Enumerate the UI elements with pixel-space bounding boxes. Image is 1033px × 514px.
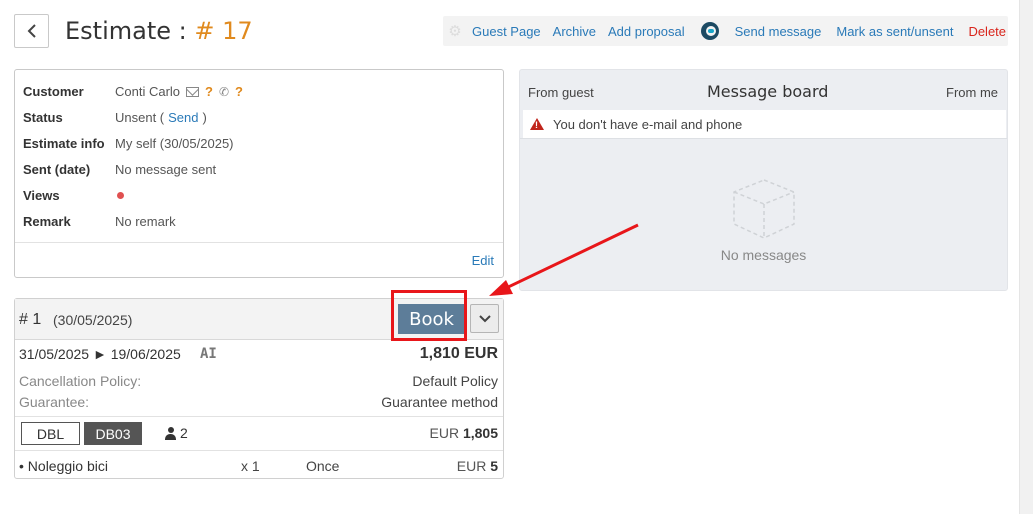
extra-price-currency: EUR (456, 458, 487, 474)
message-board: From guest Message board From me ! You d… (519, 69, 1008, 291)
room-price-currency: EUR (429, 425, 460, 441)
guarantee-label: Guarantee: (19, 394, 90, 410)
message-board-divider (520, 138, 1007, 139)
chevron-left-icon (27, 24, 36, 38)
delete-link[interactable]: Delete (968, 24, 1006, 39)
send-message-link[interactable]: Send message (735, 24, 822, 39)
mark-sent-link[interactable]: Mark as sent/unsent (836, 24, 953, 39)
proposal-divider (15, 416, 503, 417)
warning-icon: ! (530, 118, 544, 130)
guest-page-link[interactable]: Guest Page (472, 24, 541, 39)
cancellation-label: Cancellation Policy: (19, 373, 142, 389)
date-to: 19/06/2025 (110, 346, 181, 362)
book-options-button[interactable] (470, 304, 499, 333)
page-title: Estimate : # 17 (65, 17, 253, 45)
proposal-total: 1,810 EUR (419, 345, 498, 362)
room-type-tag: DBL (21, 422, 80, 445)
status-label: Status (23, 110, 63, 125)
customer-name: Conti Carlo (115, 84, 181, 99)
from-me-label: From me (946, 85, 998, 100)
guest-count: 2 (165, 425, 188, 441)
extra-item-frequency: Once (306, 458, 340, 474)
estimate-info-label: Estimate info (23, 136, 105, 151)
remark-value: No remark (115, 214, 176, 229)
status-close: ) (202, 110, 207, 125)
message-board-title: Message board (707, 82, 829, 101)
status-row: Status Unsent ( Send ) (23, 110, 207, 125)
no-messages-text: No messages (720, 247, 807, 263)
customer-label: Customer (23, 84, 84, 99)
page-title-prefix: Estimate : (65, 17, 195, 45)
views-row: Views (23, 188, 124, 203)
extra-item-qty: x 1 (241, 458, 260, 474)
cancellation-value: Default Policy (412, 373, 498, 389)
room-code-tag: DB03 (84, 422, 142, 445)
add-proposal-link[interactable]: Add proposal (608, 24, 685, 39)
edit-link[interactable]: Edit (472, 253, 494, 268)
warning-text: You don't have e-mail and phone (553, 116, 743, 132)
guest-count-value: 2 (180, 425, 188, 441)
views-label: Views (23, 188, 60, 203)
from-guest-label: From guest (528, 85, 594, 100)
empty-box-icon (733, 179, 795, 239)
brand-logo-icon[interactable] (700, 22, 719, 40)
proposal-number: # 1 (19, 311, 42, 328)
person-icon (165, 426, 176, 440)
proposal-date: (30/05/2025) (53, 312, 133, 328)
phone-icon[interactable]: ✆ (219, 85, 229, 99)
room-price-amount: 1,805 (462, 425, 498, 441)
action-toolbar: ⚙ Guest Page Archive Add proposal Send m… (443, 16, 1008, 46)
mail-icon[interactable] (186, 86, 200, 97)
estimate-info-panel: Customer Conti Carlo ? ✆ ? Status Unsent… (14, 69, 504, 278)
status-value: Unsent ( (115, 110, 165, 125)
estimate-number: # 17 (194, 17, 253, 45)
ai-badge: AI (200, 346, 217, 362)
sent-date-row: Sent (date) No message sent (23, 162, 216, 177)
stay-dates: 31/05/2025 ► 19/06/2025 (19, 346, 181, 362)
extra-price-amount: 5 (490, 458, 498, 474)
room-price: EUR 1,805 (430, 425, 499, 441)
send-link[interactable]: Send (168, 110, 198, 125)
views-status-dot (117, 192, 124, 199)
extra-item-price: EUR 5 (457, 458, 498, 474)
sent-date-label: Sent (date) (23, 162, 91, 177)
chevron-down-icon (478, 314, 491, 322)
page-scrollbar[interactable] (1019, 0, 1033, 514)
extra-item-name: • Noleggio bici (19, 458, 108, 474)
back-button[interactable] (14, 14, 49, 48)
phone-unknown-badge: ? (235, 84, 243, 99)
estimate-info-row: Estimate info My self (30/05/2025) (23, 136, 234, 151)
info-divider (15, 242, 503, 243)
contact-warning: ! You don't have e-mail and phone (523, 110, 1006, 138)
sent-date-value: No message sent (115, 162, 217, 177)
guarantee-value: Guarantee method (381, 394, 498, 410)
date-from: 31/05/2025 (19, 346, 90, 362)
remark-label: Remark (23, 214, 71, 229)
date-arrow: ► (92, 346, 107, 362)
email-unknown-badge: ? (205, 84, 213, 99)
archive-link[interactable]: Archive (553, 24, 596, 39)
customer-row: Customer Conti Carlo ? ✆ ? (23, 84, 243, 99)
proposal-divider-extras (15, 450, 503, 451)
annotation-highlight-box (391, 290, 467, 341)
gear-icon[interactable]: ⚙ (443, 22, 467, 40)
remark-row: Remark No remark (23, 214, 176, 229)
estimate-info-value: My self (30/05/2025) (115, 136, 234, 151)
